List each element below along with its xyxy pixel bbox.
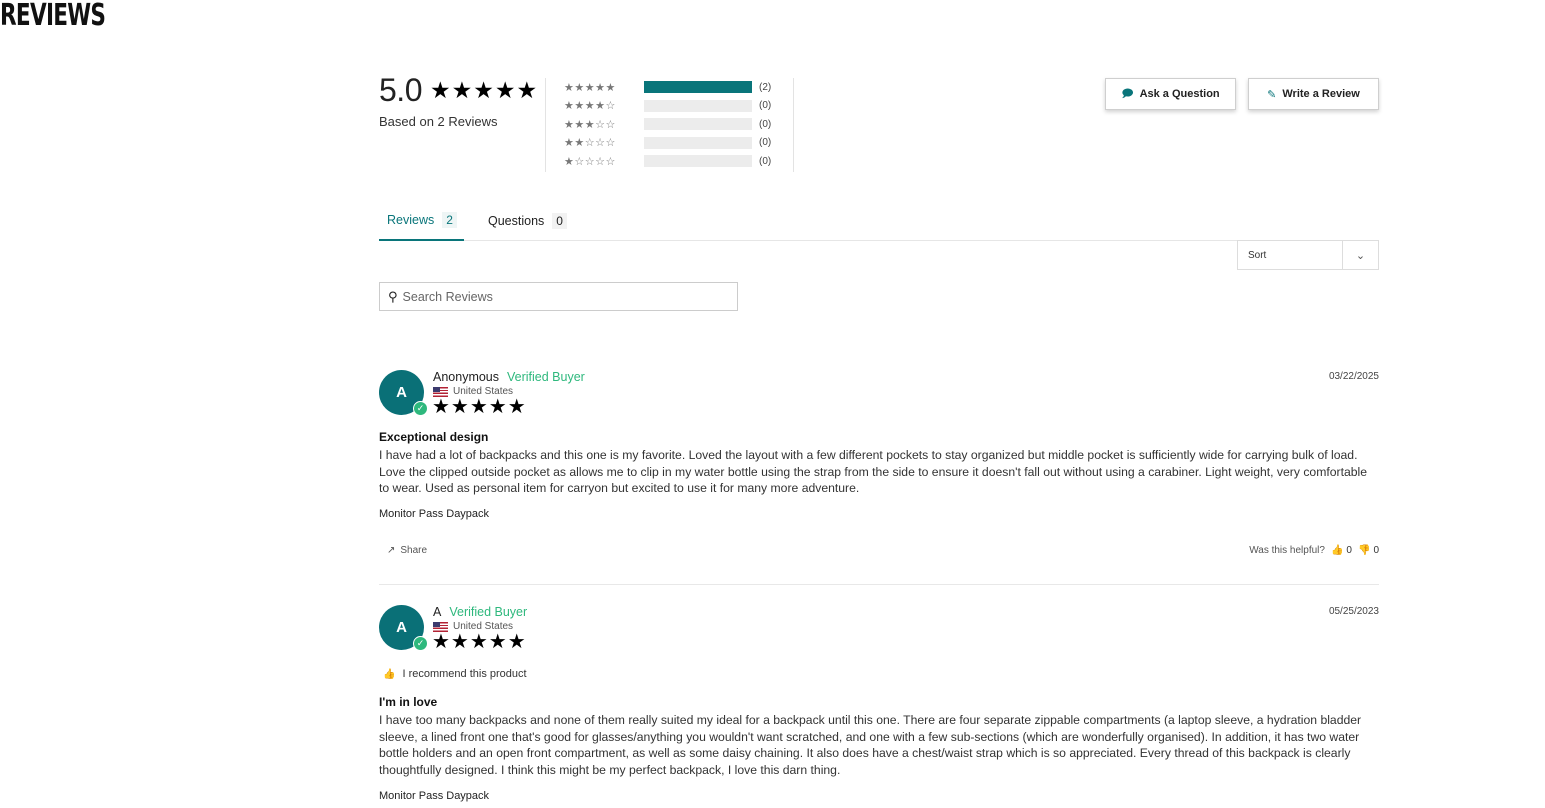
tab-reviews-label: Reviews bbox=[387, 212, 435, 227]
thumbs-up-button[interactable]: 👍 0 bbox=[1331, 545, 1352, 556]
tab-questions-label: Questions bbox=[488, 213, 545, 228]
review-item: A ✓ A Verified Buyer United States ★★★★★… bbox=[379, 605, 1379, 808]
thumbs-up-count: 0 bbox=[1346, 545, 1352, 556]
thumbs-up-icon: 👍 bbox=[1330, 545, 1344, 556]
review-body: I have had a lot of backpacks and this o… bbox=[379, 448, 1368, 496]
histogram-bar bbox=[644, 118, 752, 131]
review-item: A ✓ Anonymous Verified Buyer United Stat… bbox=[379, 370, 1379, 585]
review-date: 03/22/2025 bbox=[1328, 371, 1379, 382]
review-product[interactable]: Monitor Pass Daypack bbox=[379, 790, 489, 802]
sort-dropdown[interactable]: Sort ⌄ bbox=[1237, 240, 1379, 270]
review-divider bbox=[379, 584, 1379, 585]
review-stars: ★★★★★ bbox=[432, 631, 527, 653]
histogram-bar bbox=[644, 155, 752, 168]
review-body: I have too many backpacks and none of th… bbox=[379, 713, 1362, 777]
tab-questions-count: 0 bbox=[552, 212, 567, 229]
review-stars: ★★★★★ bbox=[432, 396, 527, 418]
review-summary: 5.0 ★★★★★ Based on 2 Reviews ★★★★★ (2) ★… bbox=[379, 72, 1379, 182]
review-product[interactable]: Monitor Pass Daypack bbox=[379, 508, 489, 520]
histogram-count: (0) bbox=[759, 137, 772, 149]
review-date: 05/25/2023 bbox=[1328, 606, 1379, 617]
share-label: Share bbox=[400, 545, 428, 556]
search-box[interactable]: ⚲ bbox=[379, 282, 738, 311]
tab-questions[interactable]: Questions 0 bbox=[480, 200, 575, 241]
histogram-row[interactable]: ★☆☆☆☆ (0) bbox=[564, 152, 771, 171]
rating-histogram: ★★★★★ (2) ★★★★☆ (0) ★★★☆☆ (0) ★★☆☆☆ (0) … bbox=[564, 78, 771, 171]
average-score: 5.0 bbox=[379, 72, 422, 108]
review-title: Exceptional design bbox=[379, 430, 489, 444]
tab-reviews-count: 2 bbox=[442, 211, 457, 228]
histogram-bar bbox=[644, 81, 752, 94]
author-line: Anonymous Verified Buyer bbox=[433, 370, 585, 384]
thumbs-down-count: 0 bbox=[1373, 545, 1379, 556]
histogram-row[interactable]: ★★★★★ (2) bbox=[564, 78, 771, 97]
ask-question-label: Ask a Question bbox=[1139, 88, 1220, 100]
verified-badge: Verified Buyer bbox=[507, 370, 585, 384]
histogram-stars: ★★★★★ bbox=[564, 81, 616, 94]
histogram-row[interactable]: ★★☆☆☆ (0) bbox=[564, 134, 771, 153]
ask-question-button[interactable]: 🗩 Ask a Question bbox=[1105, 78, 1236, 110]
histogram-stars: ★☆☆☆☆ bbox=[564, 155, 616, 168]
sort-label: Sort bbox=[1248, 249, 1267, 261]
recommend-line: 👍 I recommend this product bbox=[383, 668, 527, 680]
histogram-bar bbox=[644, 136, 752, 149]
edit-icon: ✎ bbox=[1267, 88, 1277, 101]
share-button[interactable]: ↗ Share bbox=[387, 545, 427, 556]
average-rating: 5.0 ★★★★★ bbox=[379, 72, 538, 109]
thumbs-down-button[interactable]: 👎 0 bbox=[1358, 545, 1379, 556]
histogram-count: (0) bbox=[759, 118, 772, 130]
histogram-count: (2) bbox=[759, 81, 772, 93]
histogram-row[interactable]: ★★★★☆ (0) bbox=[564, 97, 771, 116]
tab-reviews[interactable]: Reviews 2 bbox=[379, 200, 464, 241]
thumbs-up-icon: 👍 bbox=[383, 668, 396, 680]
chevron-down-icon[interactable]: ⌄ bbox=[1342, 241, 1378, 269]
helpful-votes: Was this helpful? 👍 0 👎 0 bbox=[1249, 545, 1379, 556]
histogram-count: (0) bbox=[759, 155, 772, 167]
verified-badge: Verified Buyer bbox=[449, 605, 528, 619]
verified-check-icon: ✓ bbox=[413, 636, 428, 651]
helpful-label: Was this helpful? bbox=[1249, 545, 1325, 556]
author-name: A bbox=[433, 605, 442, 619]
verified-check-icon: ✓ bbox=[413, 401, 428, 416]
chat-bubbles-icon: 🗩 bbox=[1121, 87, 1134, 100]
summary-divider bbox=[793, 78, 794, 172]
histogram-stars: ★★☆☆☆ bbox=[564, 137, 616, 150]
histogram-row[interactable]: ★★★☆☆ (0) bbox=[564, 115, 771, 134]
page-title: REVIEWS bbox=[0, 0, 106, 33]
review-tabs: Reviews 2 Questions 0 bbox=[379, 200, 1379, 241]
thumbs-down-icon: 👎 bbox=[1357, 545, 1371, 556]
review-title: I'm in love bbox=[379, 695, 438, 709]
share-icon: ↗ bbox=[387, 545, 396, 556]
histogram-bar bbox=[644, 99, 752, 112]
histogram-stars: ★★★★☆ bbox=[564, 100, 616, 113]
average-stars: ★★★★★ bbox=[429, 77, 539, 103]
histogram-stars: ★★★☆☆ bbox=[564, 118, 616, 131]
author-name: Anonymous bbox=[433, 370, 500, 384]
summary-divider bbox=[545, 78, 546, 172]
histogram-count: (0) bbox=[759, 100, 772, 112]
histogram-fill bbox=[644, 81, 752, 94]
write-review-button[interactable]: ✎ Write a Review bbox=[1248, 78, 1379, 110]
author-line: A Verified Buyer bbox=[433, 605, 527, 619]
recommend-text: I recommend this product bbox=[402, 668, 527, 680]
review-count-text: Based on 2 Reviews bbox=[379, 114, 498, 129]
search-input[interactable] bbox=[402, 289, 703, 304]
search-icon: ⚲ bbox=[388, 288, 398, 304]
write-review-label: Write a Review bbox=[1282, 88, 1360, 100]
